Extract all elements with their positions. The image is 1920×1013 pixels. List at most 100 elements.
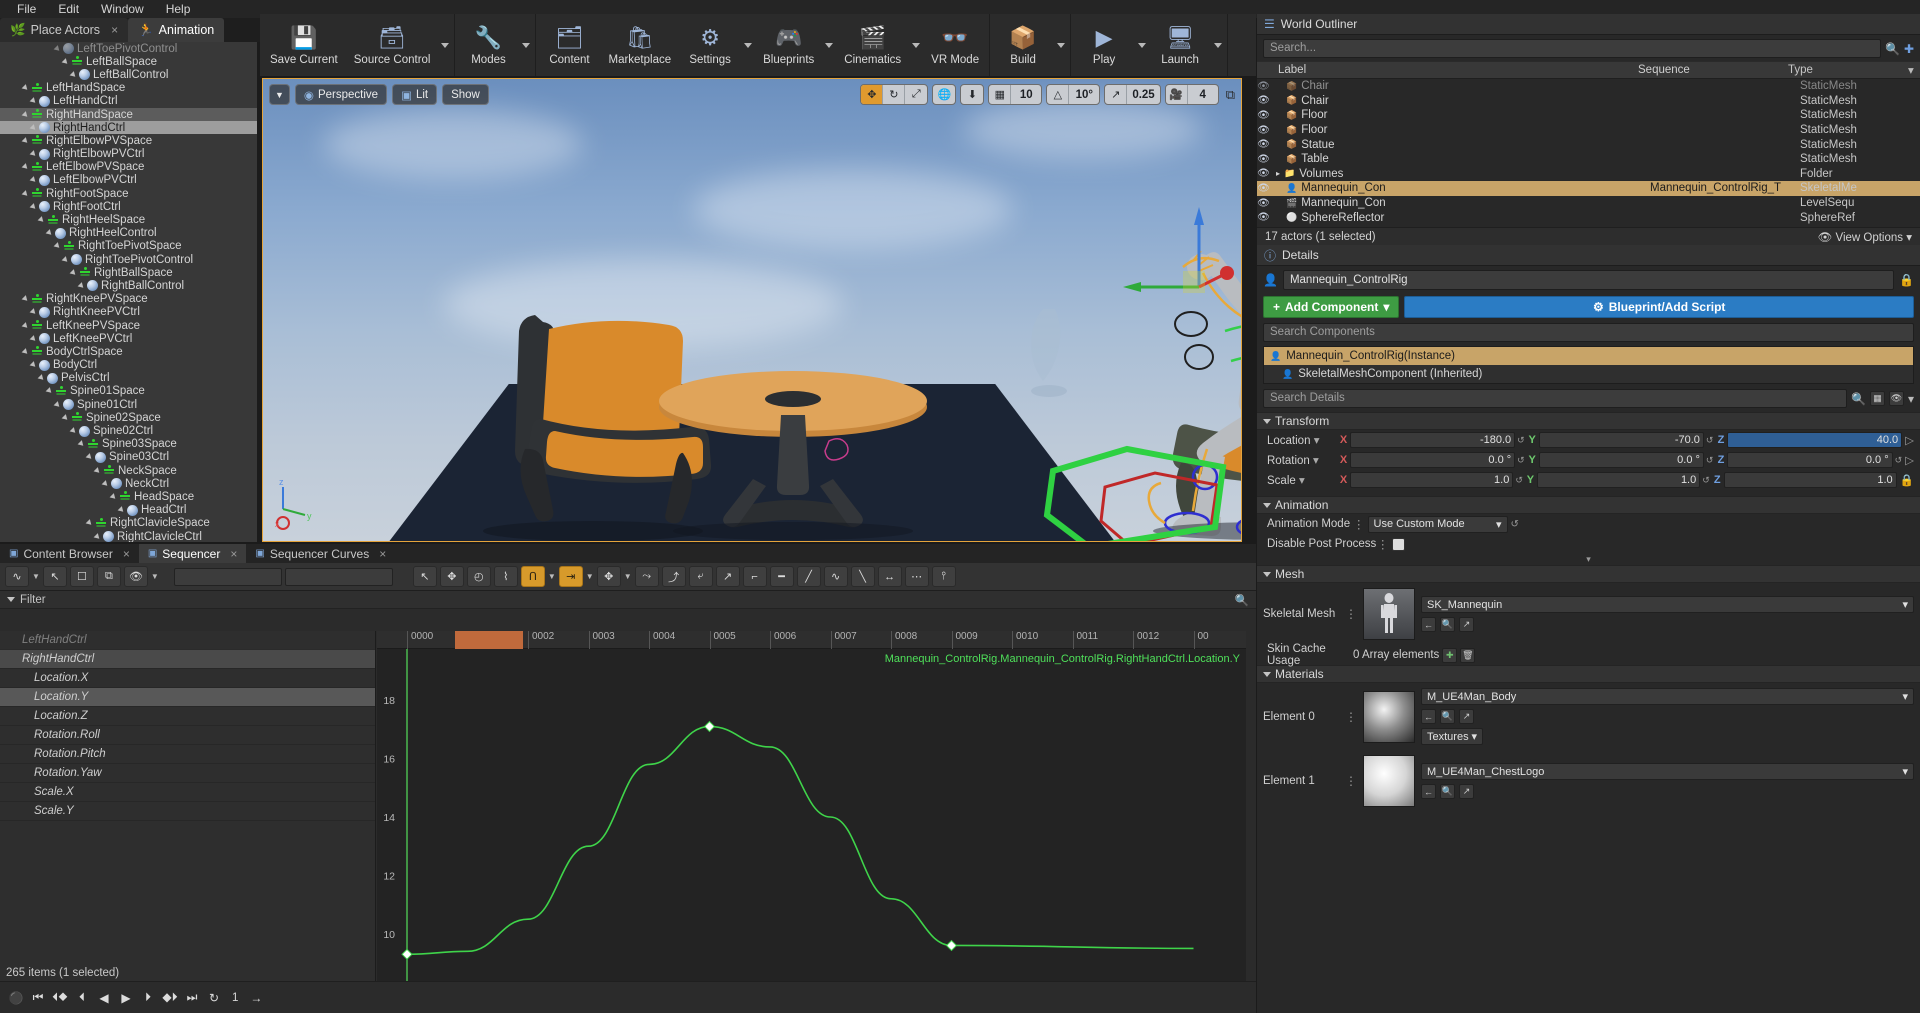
bake-keys[interactable]: ⋯ bbox=[904, 566, 929, 587]
use-selected-material-button[interactable]: ← bbox=[1421, 709, 1436, 724]
track-location-y[interactable]: Location.Y bbox=[0, 688, 375, 707]
expander-arrow-icon[interactable] bbox=[46, 229, 54, 237]
rig-node-leftkneepvctrl[interactable]: LeftKneePVCtrl bbox=[0, 332, 257, 345]
rig-node-spine02space[interactable]: Spine02Space bbox=[0, 411, 257, 424]
outliner-row-spherereflector[interactable]: 👁 ⚪ SphereReflector SphereRef bbox=[1257, 210, 1920, 225]
rig-node-headctrl[interactable]: HeadCtrl bbox=[0, 504, 257, 517]
rotate-icon[interactable]: ↻ bbox=[883, 85, 906, 104]
expander-arrow-icon[interactable] bbox=[62, 256, 70, 264]
expander-arrow-icon[interactable] bbox=[30, 203, 38, 211]
toolbar-modes-button[interactable]: 🔧 Modes bbox=[457, 14, 519, 76]
lock-icon[interactable]: 🔒 bbox=[1899, 273, 1914, 287]
expander-arrow-icon[interactable] bbox=[22, 163, 30, 171]
expander-arrow-icon[interactable] bbox=[70, 71, 78, 79]
toolbar-save-current-button[interactable]: 💾 Save Current bbox=[262, 14, 346, 76]
chevron-down-icon[interactable]: ▼ bbox=[624, 572, 632, 581]
rig-node-rightballspace[interactable]: RightBallSpace bbox=[0, 266, 257, 279]
expander-arrow-icon[interactable] bbox=[54, 242, 62, 250]
step-back-button[interactable]: ⏴ bbox=[72, 988, 92, 1008]
expander-arrow-icon[interactable] bbox=[54, 45, 62, 53]
close-icon[interactable]: × bbox=[230, 547, 237, 561]
viewport-perspective-button[interactable]: ◉ Perspective bbox=[294, 84, 388, 105]
viewport-show-button[interactable]: Show bbox=[442, 84, 489, 105]
rig-node-rightelbowpvctrl[interactable]: RightElbowPVCtrl bbox=[0, 148, 257, 161]
expander-arrow-icon[interactable] bbox=[78, 282, 86, 290]
control-rig-hierarchy-tree[interactable]: LeftToePivotControl LeftBallSpace LeftBall… bbox=[0, 42, 257, 542]
maximize-viewport-icon[interactable]: ⧉ bbox=[1223, 87, 1235, 103]
rig-node-rightclaviclespace[interactable]: RightClavicleSpace bbox=[0, 517, 257, 530]
rig-node-rightfootctrl[interactable]: RightFootCtrl bbox=[0, 200, 257, 213]
view-options-button[interactable]: 👁 View Options ▾ bbox=[1818, 230, 1912, 244]
component-skeletalmeshcomponent--inherited-[interactable]: 👤 SkeletalMeshComponent (Inherited) bbox=[1264, 365, 1913, 383]
chevron-down-icon[interactable] bbox=[909, 14, 923, 76]
expander-arrow-icon[interactable] bbox=[30, 361, 38, 369]
menu-item-edit[interactable]: Edit bbox=[47, 0, 90, 18]
loop-button[interactable]: ↻ bbox=[204, 988, 224, 1008]
scale-x-input[interactable]: 1.0 bbox=[1350, 472, 1514, 488]
browse-asset-button[interactable]: 🔍 bbox=[1440, 617, 1455, 632]
track-rotation-roll[interactable]: Rotation.Roll bbox=[0, 726, 375, 745]
expander-arrow-icon[interactable] bbox=[54, 401, 62, 409]
rotation-z-input[interactable]: 0.0 ° bbox=[1727, 452, 1893, 468]
material-0-combo[interactable]: M_UE4Man_Body ▾ bbox=[1421, 688, 1914, 705]
expander-arrow-icon[interactable] bbox=[118, 506, 126, 514]
outliner-row-mannequin-con[interactable]: 👁 👤 Mannequin_Con Mannequin_ControlRig_T Ske… bbox=[1257, 181, 1920, 196]
use-selected-material-button[interactable]: ← bbox=[1421, 784, 1436, 799]
visibility-eye-icon[interactable]: 👁 bbox=[1257, 110, 1270, 121]
sequencer-field-1[interactable] bbox=[173, 567, 282, 586]
visibility-eye-icon[interactable]: 👁 bbox=[1257, 139, 1270, 150]
scale-icon[interactable]: ⤢ bbox=[905, 85, 927, 104]
rig-node-lefthandspace[interactable]: LeftHandSpace bbox=[0, 82, 257, 95]
search-icon[interactable]: 🔍 bbox=[1851, 392, 1866, 406]
rig-node-spine02ctrl[interactable]: Spine02Ctrl bbox=[0, 424, 257, 437]
toolbar-play-button[interactable]: ▶ Play bbox=[1073, 14, 1135, 76]
component-list[interactable]: 👤 Mannequin_ControlRig(Instance) 👤 Skeletal… bbox=[1263, 346, 1914, 384]
select-tool[interactable]: ↖ bbox=[42, 566, 67, 587]
marquee-tool[interactable]: ☐ bbox=[69, 566, 94, 587]
rig-node-lefttoepivotcontrol[interactable]: LeftToePivotControl bbox=[0, 42, 257, 55]
toolbar-build-button[interactable]: 📦 Build bbox=[992, 14, 1054, 76]
expander-arrow-icon[interactable] bbox=[94, 467, 102, 475]
world-globe-icon[interactable]: 🌐 bbox=[932, 84, 957, 105]
rig-node-rightheelspace[interactable]: RightHeelSpace bbox=[0, 213, 257, 226]
visibility-eye-icon[interactable]: 👁 bbox=[1257, 168, 1270, 179]
close-icon[interactable]: × bbox=[111, 23, 118, 37]
close-icon[interactable]: × bbox=[123, 547, 130, 561]
revert-icon[interactable]: ↺ bbox=[1706, 455, 1714, 466]
rig-node-leftballcontrol[interactable]: LeftBallControl bbox=[0, 68, 257, 81]
keyframe-marker[interactable] bbox=[945, 939, 958, 952]
expander-arrow-icon[interactable] bbox=[30, 176, 38, 184]
sequencer-curve-editor[interactable]: 0000000100020003000400050006000700080009… bbox=[377, 631, 1246, 981]
outliner-row-statue[interactable]: 👁 📦 Statue StaticMesh bbox=[1257, 137, 1920, 152]
camera-speed-icon[interactable]: 🎥 bbox=[1166, 85, 1188, 104]
details-grid-view-button[interactable]: ▦ bbox=[1869, 391, 1885, 406]
expander-arrow-icon[interactable] bbox=[70, 427, 78, 435]
outliner-row-chair[interactable]: 👁 📦 Chair StaticMesh bbox=[1257, 79, 1920, 94]
search-components-input[interactable]: Search Components bbox=[1263, 323, 1914, 342]
expander-arrow-icon[interactable] bbox=[86, 519, 94, 527]
camera-speed-value[interactable]: 4 bbox=[1188, 85, 1218, 104]
expander-arrow-icon[interactable] bbox=[62, 58, 70, 66]
level-viewport[interactable]: z y x ▼ ◉ Perspective ▣ Lit Show ✥ ↻ ⤢ 🌐 ⬇ ▦ 10 △ 10°… bbox=[262, 78, 1242, 542]
toolbar-vr-mode-button[interactable]: 👓 VR Mode bbox=[923, 14, 987, 76]
chevron-down-icon[interactable] bbox=[519, 14, 533, 76]
rig-node-spine03ctrl[interactable]: Spine03Ctrl bbox=[0, 451, 257, 464]
open-asset-button[interactable]: ↗ bbox=[1459, 617, 1474, 632]
toolbar-marketplace-button[interactable]: 🛍 Marketplace bbox=[600, 14, 679, 76]
tangent-break[interactable]: ⤶ bbox=[688, 566, 713, 587]
expander-arrow-icon[interactable] bbox=[110, 493, 118, 501]
outliner-row-mannequin-con[interactable]: 👁 🎬 Mannequin_Con LevelSequ bbox=[1257, 196, 1920, 211]
transport-range-arrow-icon[interactable]: → bbox=[246, 988, 266, 1008]
browse-material-button[interactable]: 🔍 bbox=[1440, 784, 1455, 799]
location-lock-icon[interactable]: ▷ bbox=[1905, 433, 1914, 447]
track-location-z[interactable]: Location.Z bbox=[0, 707, 375, 726]
skeletal-mesh-combo[interactable]: SK_Mannequin ▾ bbox=[1421, 596, 1914, 613]
curve-tool[interactable]: ∿ bbox=[5, 566, 29, 587]
expander-arrow-icon[interactable] bbox=[22, 84, 30, 92]
playback-range-marker[interactable] bbox=[455, 631, 523, 649]
rig-node-neckspace[interactable]: NeckSpace bbox=[0, 464, 257, 477]
track-lefthandctrl[interactable]: LeftHandCtrl bbox=[0, 631, 375, 650]
visibility-eye-icon[interactable]: 👁 bbox=[1257, 154, 1270, 165]
filter-curve[interactable]: ⫯ bbox=[931, 566, 956, 587]
curve-cubic[interactable]: ∿ bbox=[823, 566, 848, 587]
